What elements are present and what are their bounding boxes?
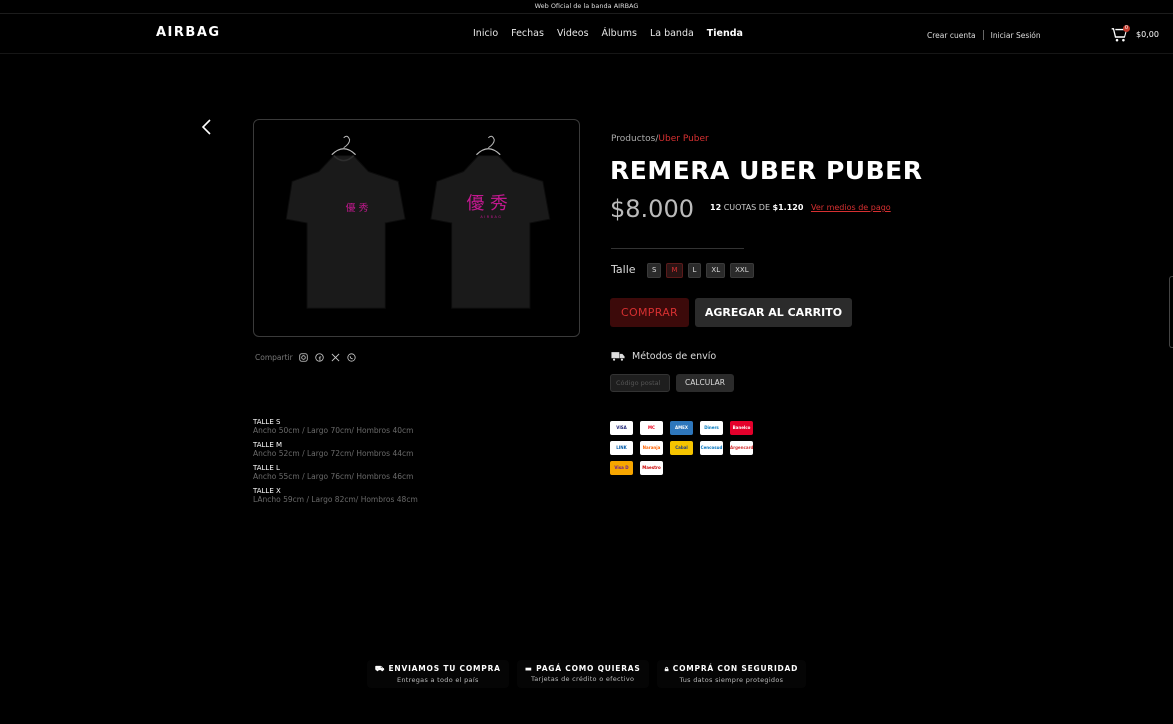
payment-logo: MC — [640, 421, 663, 435]
main-nav: Inicio Fechas Videos Álbums La banda Tie… — [473, 28, 743, 39]
size-guide-name: TALLE S — [253, 418, 281, 426]
truck-icon: ⛟ — [374, 664, 386, 673]
size-guide-item: TALLE L Ancho 55cm / Largo 76cm/ Hombros… — [253, 464, 418, 481]
cart-count-badge: 0 — [1123, 25, 1130, 32]
size-option-xxl[interactable]: XXL — [730, 263, 754, 278]
benefit-title: COMPRÁ CON SEGURIDAD — [672, 664, 799, 673]
payment-logo: Banelco — [730, 421, 753, 435]
lock-icon: 🔒︎ — [664, 664, 670, 673]
size-guide-item: TALLE M Ancho 52cm / Largo 72cm/ Hombros… — [253, 441, 418, 458]
svg-text:AIRBAG: AIRBAG — [480, 215, 502, 219]
announcement-text: Web Oficial de la banda AIRBAG — [534, 2, 639, 10]
truck-icon — [611, 352, 625, 362]
svg-text:優 秀: 優 秀 — [467, 193, 508, 214]
installments-amount: $1.120 — [772, 203, 804, 212]
share-row: Compartir — [255, 352, 357, 362]
cart-total: $0,00 — [1136, 30, 1159, 39]
announcement-bar: Web Oficial de la banda AIRBAG — [0, 0, 1173, 14]
size-guide-name: TALLE L — [253, 464, 280, 472]
create-account-link[interactable]: Crear cuenta — [927, 31, 976, 40]
cart-button[interactable]: 0 $0,00 — [1111, 25, 1159, 43]
size-guide: TALLE S Ancho 50cm / Largo 70cm/ Hombros… — [253, 418, 418, 510]
payment-logos: VISA MC AMEX Diners Banelco LINK Naranja Cabal C… — [610, 421, 753, 475]
size-option-xl[interactable]: XL — [706, 263, 726, 278]
benefit-subtitle: Tarjetas de crédito o efectivo — [531, 675, 635, 683]
size-option-s[interactable]: S — [647, 263, 662, 278]
payment-logo: Argencard — [730, 441, 753, 455]
benefit-title: PAGÁ COMO QUIERAS — [536, 664, 641, 673]
facebook-icon[interactable] — [315, 352, 325, 362]
size-option-l[interactable]: L — [687, 263, 702, 278]
x-twitter-icon[interactable] — [331, 352, 341, 362]
breadcrumb: Productos/Uber Puber — [611, 134, 709, 144]
back-arrow-icon[interactable] — [200, 119, 214, 135]
back-tshirt: 優 秀 AIRBAG — [430, 135, 551, 309]
benefit-subtitle: Entregas a todo el país — [396, 676, 479, 684]
installments-count: 12 — [710, 203, 722, 212]
size-guide-name: TALLE X — [253, 487, 281, 495]
payment-logo: Maestro — [640, 461, 663, 475]
size-guide-dims: Ancho 50cm / Largo 70cm/ Hombros 40cm — [253, 426, 414, 435]
nav-tienda[interactable]: Tienda — [707, 28, 743, 39]
price-divider — [611, 248, 744, 249]
shipping-label: Métodos de envío — [632, 351, 717, 362]
payment-logo: Naranja — [640, 441, 663, 455]
front-tshirt: 優 秀 — [285, 135, 406, 309]
payment-logo: Cencosud — [700, 441, 723, 455]
size-label: Talle — [611, 263, 636, 276]
instagram-icon[interactable] — [299, 352, 309, 362]
nav-videos[interactable]: Videos — [557, 28, 589, 39]
nav-inicio[interactable]: Inicio — [473, 28, 498, 39]
size-guide-dims: Ancho 55cm / Largo 76cm/ Hombros 46cm — [253, 472, 414, 481]
payment-logo: VISA — [610, 421, 633, 435]
size-option-m[interactable]: M — [666, 263, 683, 278]
size-guide-name: TALLE M — [253, 441, 283, 449]
whatsapp-icon[interactable] — [347, 352, 357, 362]
share-label: Compartir — [255, 352, 293, 362]
breadcrumb-products[interactable]: Productos — [611, 134, 655, 144]
nav-fechas[interactable]: Fechas — [511, 28, 544, 39]
nav-la-banda[interactable]: La banda — [650, 28, 694, 39]
site-header: AIRBAG Inicio Fechas Videos Álbums La ba… — [0, 15, 1173, 54]
calculate-shipping-button[interactable]: CALCULAR — [676, 374, 734, 392]
login-link[interactable]: Iniciar Sesión — [991, 31, 1041, 40]
account-divider — [982, 30, 984, 40]
benefit-subtitle: Tus datos siempre protegidos — [679, 676, 784, 684]
payment-logo: Diners — [700, 421, 723, 435]
size-guide-item: TALLE S Ancho 50cm / Largo 70cm/ Hombros… — [253, 418, 418, 435]
airbag-logo[interactable]: AIRBAG — [156, 25, 221, 40]
buy-button[interactable]: COMPRAR — [610, 298, 689, 327]
benefit-shipping: ⛟ ENVIAMOS TU COMPRA Entregas a todo el … — [366, 660, 509, 688]
size-selector: S M L XL XXL — [647, 263, 754, 278]
postal-code-input[interactable]: Código postal — [610, 374, 670, 392]
benefits-bar: ⛟ ENVIAMOS TU COMPRA Entregas a todo el … — [0, 660, 1173, 688]
size-guide-dims: Ancho 52cm / Largo 72cm/ Hombros 44cm — [253, 449, 414, 458]
product-title: REMERA UBER PUBER — [610, 156, 923, 185]
account-links: Crear cuenta Iniciar Sesión — [927, 30, 1041, 40]
nav-albums[interactable]: Álbums — [602, 28, 637, 39]
svg-text:優 秀: 優 秀 — [346, 201, 369, 214]
side-tab[interactable] — [1169, 276, 1173, 348]
shipping-methods: Métodos de envío — [611, 351, 716, 362]
size-guide-item: TALLE X LAncho 59cm / Largo 82cm/ Hombro… — [253, 487, 418, 504]
benefit-security: 🔒︎ COMPRÁ CON SEGURIDAD Tus datos siempr… — [656, 660, 807, 688]
benefit-payment: ▬ PAGÁ COMO QUIERAS Tarjetas de crédito … — [516, 660, 649, 688]
payment-logo: Visa D — [610, 461, 633, 475]
payment-logo: Cabal — [670, 441, 693, 455]
product-image[interactable]: 優 秀 優 秀 AIRBAG — [253, 119, 580, 337]
installments-text: CUOTAS DE — [723, 203, 770, 212]
add-to-cart-button[interactable]: AGREGAR AL CARRITO — [695, 298, 852, 327]
payment-methods-link[interactable]: Ver medios de pago — [811, 203, 891, 212]
installments-info: 12 CUOTAS DE $1.120 Ver medios de pago — [710, 203, 891, 212]
payment-logo: AMEX — [670, 421, 693, 435]
payment-logo: LINK — [610, 441, 633, 455]
benefit-title: ENVIAMOS TU COMPRA — [388, 664, 501, 673]
card-icon: ▬ — [524, 664, 533, 673]
breadcrumb-current: Uber Puber — [658, 134, 709, 144]
size-guide-dims: LAncho 59cm / Largo 82cm/ Hombros 48cm — [253, 495, 418, 504]
tshirt-image: 優 秀 優 秀 AIRBAG — [285, 135, 551, 309]
product-price: $8.000 — [610, 195, 694, 223]
